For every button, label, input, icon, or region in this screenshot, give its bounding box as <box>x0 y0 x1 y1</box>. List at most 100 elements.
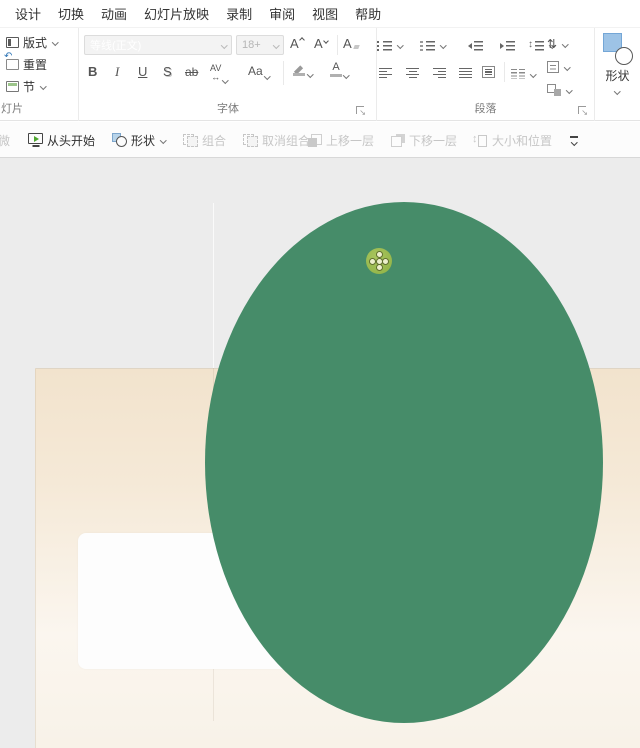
layout-button[interactable]: 版式 <box>6 33 58 51</box>
strikethrough-button[interactable]: ab <box>185 65 198 79</box>
numbered-list-icon <box>420 40 435 51</box>
send-backward-label: 下移一层 <box>409 132 457 149</box>
grow-font-letter: A <box>290 36 299 51</box>
quick-toolbar: 微 从头开始 形状 组合 取消组合 上移一层 下移一层 大小和位 <box>0 122 640 158</box>
menu-bar: 设计 切换 动画 幻灯片放映 录制 审阅 视图 帮助 <box>0 0 640 28</box>
green-ellipse-shape[interactable] <box>205 202 603 723</box>
chevron-down-icon <box>343 72 349 78</box>
ribbon: 版式 重置 节 灯片 等线(正文) 18+ <box>0 28 640 121</box>
bullet-list-icon <box>377 40 392 51</box>
divider <box>504 62 505 82</box>
menu-item-review[interactable]: 审阅 <box>269 4 295 23</box>
size-position-icon <box>472 134 488 147</box>
badge-dot <box>382 258 389 265</box>
clear-formatting-button[interactable]: A <box>343 36 359 51</box>
chevron-down-icon <box>564 64 570 70</box>
chevron-down-icon <box>530 71 536 77</box>
ungroup-button[interactable]: 取消组合 <box>243 131 310 149</box>
chevron-down-icon <box>40 83 46 89</box>
align-left-button[interactable] <box>379 64 392 82</box>
font-size-combobox[interactable]: 18+ <box>236 35 284 55</box>
menu-item-slideshow[interactable]: 幻灯片放映 <box>144 4 209 23</box>
section-icon <box>6 81 19 92</box>
slideshow-monitor-icon <box>28 133 43 144</box>
font-color-button[interactable]: A <box>330 62 349 77</box>
justify-icon <box>459 68 472 78</box>
ungroup-label: 取消组合 <box>262 132 310 149</box>
group-label: 组合 <box>202 132 226 149</box>
justify-button[interactable] <box>459 64 472 82</box>
menu-item-animations[interactable]: 动画 <box>101 4 127 23</box>
menu-item-transitions[interactable]: 切换 <box>58 4 84 23</box>
font-size-value: 18+ <box>242 39 272 51</box>
font-name-combobox[interactable]: 等线(正文) <box>84 35 232 55</box>
align-text-icon <box>547 61 559 73</box>
shapes-icon <box>601 33 635 65</box>
paragraph-group: 段落 <box>377 28 595 121</box>
align-center-button[interactable] <box>406 64 419 82</box>
shrink-font-button[interactable]: A <box>314 36 328 51</box>
character-spacing-button[interactable]: AV <box>210 64 228 82</box>
section-button[interactable]: 节 <box>6 77 46 95</box>
paragraph-group-label: 段落 <box>377 100 594 116</box>
bring-forward-icon <box>308 134 322 147</box>
size-position-label: 大小和位置 <box>492 132 552 149</box>
chevron-down-icon <box>221 42 227 48</box>
columns-button[interactable] <box>511 65 536 83</box>
menu-item-record[interactable]: 录制 <box>226 4 252 23</box>
group-button[interactable]: 组合 <box>183 131 226 149</box>
text-direction-icon <box>547 37 557 51</box>
chevron-down-icon <box>566 87 572 93</box>
start-from-beginning-button[interactable]: 从头开始 <box>28 131 95 149</box>
text-shadow-button[interactable]: S <box>163 64 172 79</box>
reset-icon <box>6 59 19 70</box>
text-highlight-button[interactable] <box>293 62 313 76</box>
menu-item-view[interactable]: 视图 <box>312 4 338 23</box>
shapes-gallery-button[interactable]: 形状 <box>595 28 640 121</box>
slide-canvas[interactable] <box>0 158 640 748</box>
align-text-button[interactable] <box>547 58 570 76</box>
size-position-button[interactable]: 大小和位置 <box>472 131 552 149</box>
columns-icon <box>511 69 525 79</box>
font-group: 等线(正文) 18+ A A A B I U S <box>80 28 377 121</box>
chevron-down-icon <box>307 71 313 77</box>
font-name-value: 等线(正文) <box>90 37 220 53</box>
chevron-down-icon <box>273 42 279 48</box>
convert-smartart-button[interactable] <box>547 81 572 99</box>
badge-dot <box>376 264 383 271</box>
grow-font-button[interactable]: A <box>290 36 304 51</box>
change-case-button[interactable]: Aa <box>248 64 269 78</box>
align-right-button[interactable] <box>433 64 446 82</box>
chevron-down-icon <box>52 39 58 45</box>
shapes-toolbar-button[interactable]: 形状 <box>112 131 166 149</box>
decrease-indent-button[interactable] <box>468 36 483 54</box>
align-right-icon <box>433 68 446 78</box>
toolbar-more-button[interactable] <box>570 131 578 149</box>
presentation-app-window: 设计 切换 动画 幻灯片放映 录制 审阅 视图 帮助 版式 重置 节 <box>0 0 640 748</box>
ungroup-icon <box>243 134 258 147</box>
bring-forward-button[interactable]: 上移一层 <box>308 131 374 149</box>
layout-label: 版式 <box>23 34 47 51</box>
divider <box>283 61 284 85</box>
bullet-list-button[interactable] <box>377 36 403 54</box>
clipped-toolbar-item[interactable]: 微 <box>0 131 10 149</box>
send-backward-icon <box>391 134 405 147</box>
layout-icon <box>6 37 19 48</box>
badge-dot <box>376 251 383 258</box>
bring-forward-label: 上移一层 <box>326 132 374 149</box>
divider <box>337 35 338 55</box>
font-group-label: 字体 <box>80 100 376 116</box>
numbered-list-button[interactable] <box>420 36 446 54</box>
send-backward-button[interactable]: 下移一层 <box>391 131 457 149</box>
menu-item-help[interactable]: 帮助 <box>355 4 381 23</box>
text-direction-button[interactable] <box>547 35 568 53</box>
menu-item-design[interactable]: 设计 <box>15 4 41 23</box>
shapes-label: 形状 <box>595 67 640 84</box>
bold-button[interactable]: B <box>88 64 97 79</box>
increase-indent-button[interactable] <box>500 36 515 54</box>
italic-button[interactable]: I <box>115 64 119 80</box>
distributed-button[interactable] <box>482 63 495 81</box>
smartart-icon <box>547 84 561 96</box>
reset-button[interactable]: 重置 <box>6 55 47 73</box>
underline-button[interactable]: U <box>138 64 147 79</box>
